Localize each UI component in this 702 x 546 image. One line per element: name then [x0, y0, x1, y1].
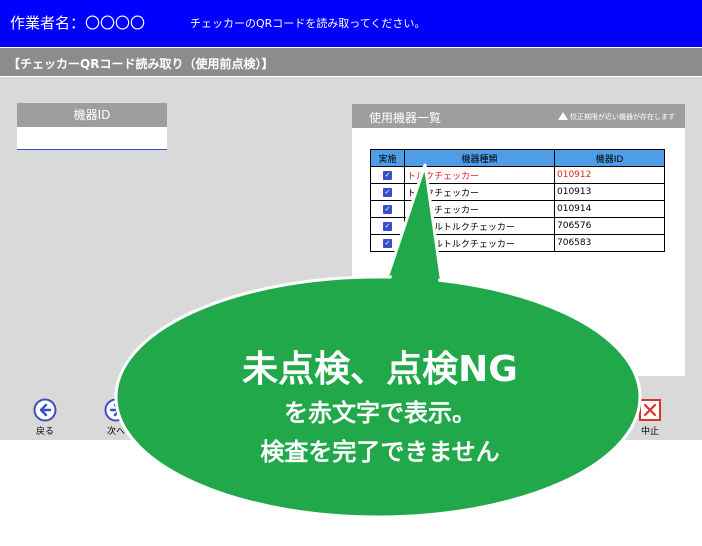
device-id-cell: 706576 [554, 217, 665, 235]
column-device-id: 機器ID [554, 149, 665, 167]
device-type-cell: デジタルトルクチェッカー [404, 217, 555, 235]
header-bar: 作業者名：〇〇〇〇 チェッカーのQRコードを読み取ってください。 [0, 0, 702, 47]
arrow-right-circle-icon [104, 398, 128, 422]
column-done: 実施 [370, 149, 405, 167]
checkbox-icon[interactable]: ✓ [383, 222, 392, 231]
table-row[interactable]: ✓ トルクチェッカー 010914 [370, 200, 665, 218]
arrow-left-circle-icon [33, 398, 57, 422]
device-table: 実施 機器種類 機器ID ✓ トルクチェッカー 010912 ✓ トルクチェッカ… [370, 149, 665, 252]
instruction-message: チェッカーのQRコードを読み取ってください。 [190, 17, 426, 30]
worker-name: 作業者名：〇〇〇〇 [10, 14, 146, 32]
device-type-cell: トルクチェッカー [404, 183, 555, 201]
device-id-label: 機器ID [17, 103, 167, 127]
device-type-cell: トルクチェッカー [404, 200, 555, 218]
device-id-cell: 010913 [554, 183, 665, 201]
device-table-header: 実施 機器種類 機器ID [370, 149, 665, 167]
close-box-icon [639, 399, 661, 421]
back-button[interactable]: 戻る [25, 398, 65, 437]
warning-icon [558, 112, 568, 120]
callout-line-3: 検査を完了できません [260, 438, 500, 466]
checkbox-icon[interactable]: ✓ [383, 239, 392, 248]
device-type-cell: トルクチェッカー [404, 166, 555, 184]
checkbox-icon[interactable]: ✓ [383, 205, 392, 214]
device-id-cell: 706583 [554, 234, 665, 252]
device-list-header: 使用機器一覧 校正期限が近い機器が存在します [352, 104, 685, 128]
stop-button[interactable]: 中止 [630, 398, 670, 437]
table-row[interactable]: ✓ トルクチェッカー 010913 [370, 183, 665, 201]
device-list-panel: 使用機器一覧 校正期限が近い機器が存在します 実施 機器種類 機器ID ✓ トル… [352, 104, 685, 376]
screen-title: 【チェッカーQRコード読み取り（使用前点検）】 [8, 57, 274, 71]
back-label: 戻る [35, 427, 54, 437]
table-row[interactable]: ✓ トルクチェッカー 010912 [370, 166, 665, 184]
device-type-cell: デジタルトルクチェッカー [404, 234, 555, 252]
table-row[interactable]: ✓ デジタルトルクチェッカー 706583 [370, 234, 665, 252]
device-list-title: 使用機器一覧 [369, 111, 442, 125]
callout-line-1: 未点検、点検NG [242, 349, 518, 390]
checkbox-icon[interactable]: ✓ [383, 188, 392, 197]
column-device-type: 機器種類 [404, 149, 555, 167]
device-id-input[interactable] [17, 127, 167, 150]
stop-label: 中止 [640, 427, 659, 437]
device-id-cell: 010912 [554, 166, 665, 184]
next-button[interactable]: 次へ [96, 398, 136, 437]
table-row[interactable]: ✓ デジタルトルクチェッカー 706576 [370, 217, 665, 235]
next-label: 次へ [106, 427, 125, 437]
device-id-panel: 機器ID [17, 103, 167, 150]
device-id-cell: 010914 [554, 200, 665, 218]
calibration-warning-text: 校正期限が近い機器が存在します [570, 113, 675, 121]
callout-line-2: を赤文字で表示。 [284, 399, 476, 427]
calibration-warning: 校正期限が近い機器が存在します [558, 112, 675, 122]
checkbox-icon[interactable]: ✓ [383, 171, 392, 180]
screen-title-bar: 【チェッカーQRコード読み取り（使用前点検）】 [0, 48, 702, 76]
